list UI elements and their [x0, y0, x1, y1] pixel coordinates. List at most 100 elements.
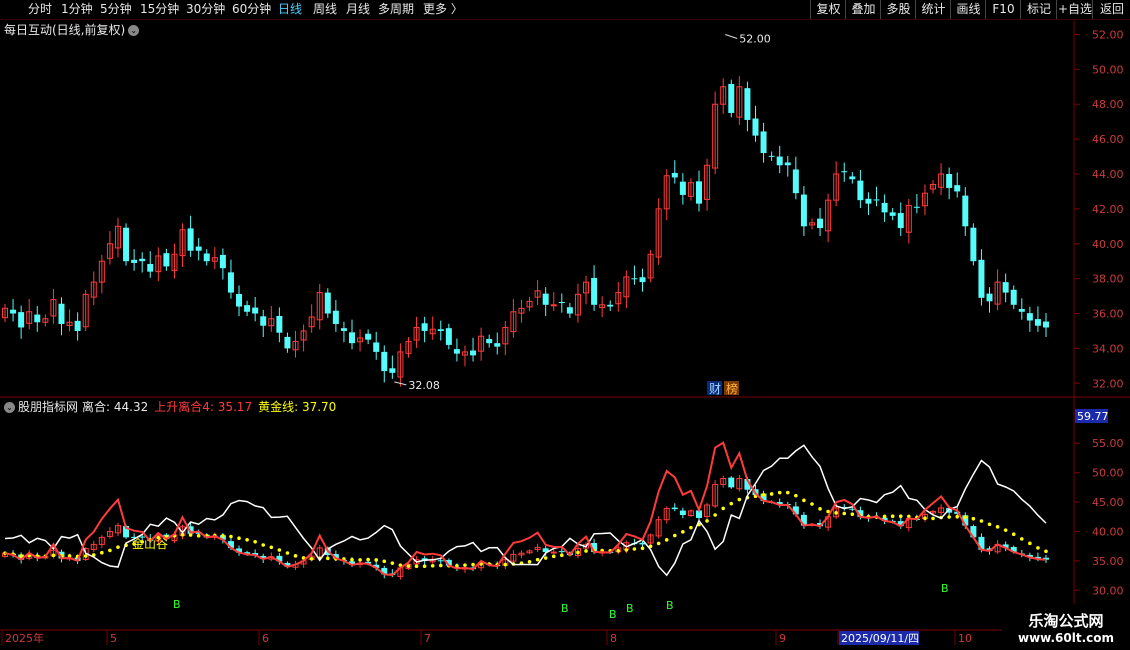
- candle-body: [155, 255, 162, 273]
- period-tab-6[interactable]: 日线: [278, 1, 302, 18]
- gold-line-dot: [51, 553, 56, 558]
- gold-line-dot: [164, 534, 169, 539]
- gold-line-dot: [729, 501, 734, 506]
- indicator-candle-body: [833, 507, 840, 518]
- price-tick-label: 32.00: [1092, 377, 1124, 390]
- gold-line-dot: [576, 550, 580, 555]
- candle-body: [849, 176, 856, 180]
- candle-body: [139, 258, 146, 262]
- indicator-candle-body: [163, 534, 170, 540]
- period-tab-0[interactable]: 分时: [28, 1, 52, 18]
- indicator-candle-body: [591, 543, 598, 553]
- gold-line-dot: [1044, 549, 1048, 554]
- indicator-candle-body: [873, 516, 880, 518]
- candle-body: [679, 181, 686, 195]
- chart-title[interactable]: 每日互动(日线,前复权) ⌄: [4, 21, 140, 38]
- gold-line-dot: [737, 497, 742, 502]
- candle-body: [970, 227, 977, 262]
- candle-body: [397, 351, 404, 378]
- candle-body: [534, 290, 541, 298]
- indicator-candle-body: [663, 508, 670, 521]
- indicator-candle-body: [98, 536, 105, 545]
- candle-body: [841, 171, 848, 173]
- gold-line-dot: [979, 519, 984, 523]
- candle-body: [316, 292, 323, 321]
- candle-body: [284, 336, 291, 349]
- gold-line-dot: [761, 493, 766, 497]
- gold-line-dot: [794, 493, 798, 498]
- gold-line-dot: [551, 554, 556, 559]
- indicator-candle-body: [421, 558, 428, 561]
- gold-line-dot: [334, 556, 338, 561]
- toolbar-button-2[interactable]: 多股: [880, 0, 916, 19]
- gold-line-dot: [172, 533, 177, 538]
- candle-body: [736, 86, 743, 118]
- stock-title: 每日互动(日线,前复权): [4, 23, 126, 37]
- period-toolbar: 分时 1分钟 5分钟 15分钟 30分钟 60分钟 日线 周线 月线 多周期 更多 〉 复权 叠加 多股统…: [0, 0, 1130, 20]
- indicator-candle-body: [66, 557, 73, 560]
- period-tab-5[interactable]: 60分钟: [232, 1, 271, 18]
- candle-body: [494, 343, 501, 347]
- indicator-candle-body: [324, 547, 331, 555]
- toolbar-button-5[interactable]: F10: [985, 0, 1021, 19]
- candle-body: [986, 293, 993, 302]
- candle-body: [211, 257, 218, 262]
- indicator-tick-label: 30.00: [1092, 584, 1124, 597]
- indicator-candle-body: [131, 536, 138, 538]
- period-tab-3[interactable]: 15分钟: [140, 1, 179, 18]
- candle-body: [421, 323, 428, 331]
- gold-line-dot: [785, 490, 790, 495]
- toolbar-button-7[interactable]: +自选: [1056, 0, 1093, 19]
- period-tab-1[interactable]: 1分钟: [61, 1, 93, 18]
- candle-body: [913, 206, 920, 208]
- indicator-candle-body: [276, 555, 283, 562]
- indicator-candle-body: [1002, 544, 1009, 548]
- x-tick-label: 6: [262, 632, 269, 645]
- rising-lihe-line: [4, 441, 1047, 577]
- period-tab-7[interactable]: 周线: [313, 1, 337, 18]
- gold-line-dot: [447, 563, 451, 568]
- period-tab-2[interactable]: 5分钟: [100, 1, 132, 18]
- toolbar-button-3[interactable]: 统计: [915, 0, 951, 19]
- gold-line-dot: [487, 562, 491, 566]
- toolbar-button-6[interactable]: 标记: [1020, 0, 1057, 19]
- chart-area[interactable]: 52.00 50.00 48.00 46.00 44.00 42.00 40.00 38.00…: [0, 0, 1130, 650]
- high-price-label: 52.00: [739, 32, 771, 45]
- toolbar-button-4[interactable]: 画线: [950, 0, 986, 19]
- candle-body: [800, 194, 807, 227]
- indicator-candle-body: [970, 526, 977, 538]
- indicator-candle-body: [284, 562, 291, 567]
- candle-body: [583, 281, 590, 294]
- period-tab-9[interactable]: 多周期: [378, 1, 414, 18]
- candle-body: [227, 272, 234, 293]
- period-tab-8[interactable]: 月线: [346, 1, 370, 18]
- candle-body: [518, 307, 525, 314]
- period-tab-4[interactable]: 30分钟: [186, 1, 225, 18]
- gold-line-dot: [527, 559, 532, 564]
- gold-line-dot: [713, 513, 717, 517]
- indicator-name[interactable]: 股朋指标网: [18, 400, 78, 414]
- gold-line-dot: [971, 516, 976, 521]
- badge-1: 榜: [726, 381, 738, 396]
- chevron-down-icon[interactable]: ⌄: [128, 25, 140, 36]
- price-tick-label: 44.00: [1092, 168, 1124, 181]
- toolbar-button-8[interactable]: 返回: [1092, 0, 1130, 19]
- gold-line-dot: [681, 530, 685, 534]
- gold-line-dot: [366, 557, 370, 562]
- gold-line-dot: [19, 554, 23, 558]
- candle-body: [687, 182, 694, 197]
- watermark-url: www.60lt.com: [1017, 631, 1115, 645]
- indicator-candle-body: [365, 561, 372, 564]
- price-tick-label: 34.00: [1092, 342, 1124, 355]
- period-tab-10[interactable]: 更多 〉: [423, 1, 463, 18]
- chevron-down-icon[interactable]: ⌄: [4, 402, 15, 413]
- toolbar-button-0[interactable]: 复权: [810, 0, 846, 19]
- low-marker-line: [394, 381, 407, 386]
- toolbar-button-1[interactable]: 叠加: [845, 0, 881, 19]
- indicator-candle-body: [155, 535, 162, 542]
- candles-group: [2, 76, 1049, 387]
- candle-body: [203, 253, 210, 262]
- x-tick-label: 9: [779, 632, 786, 645]
- candle-body: [784, 162, 791, 166]
- candle-body: [631, 278, 638, 280]
